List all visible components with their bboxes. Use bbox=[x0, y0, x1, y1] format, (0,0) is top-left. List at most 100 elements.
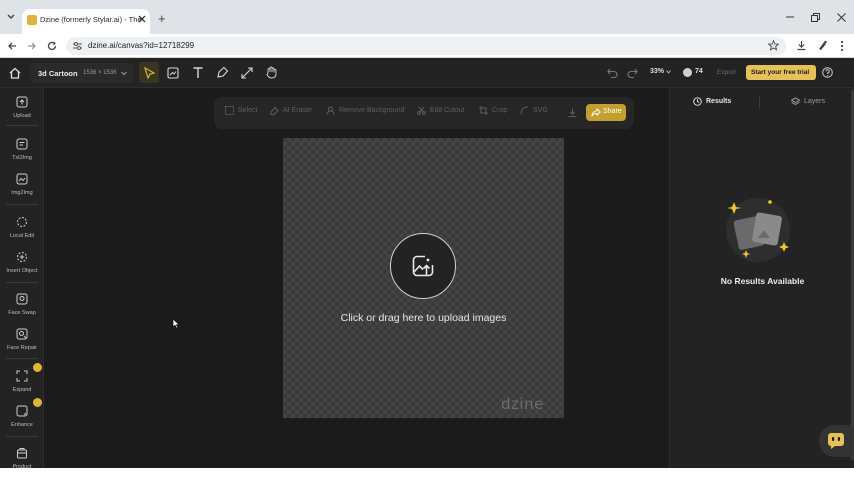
sidebar-item-insert-object[interactable]: Insert Object bbox=[0, 249, 44, 283]
extension-icon[interactable] bbox=[817, 40, 828, 51]
canvas-area[interactable]: Select AI Eraser Remove Background Edit … bbox=[44, 88, 669, 468]
bookmark-star-icon[interactable] bbox=[768, 40, 779, 51]
tab-search-chevron-icon[interactable] bbox=[6, 13, 16, 21]
credits-count: 74 bbox=[695, 68, 703, 75]
restore-icon[interactable] bbox=[811, 13, 820, 22]
back-icon[interactable] bbox=[7, 41, 17, 51]
chat-support-button[interactable] bbox=[819, 425, 853, 457]
sidebar-divider bbox=[6, 204, 38, 205]
pen-tool-icon[interactable] bbox=[216, 66, 229, 79]
img2img-icon bbox=[16, 173, 28, 185]
project-name: 3d Cartoon bbox=[38, 69, 78, 78]
tab-divider bbox=[759, 96, 760, 108]
scissors-icon bbox=[417, 106, 426, 115]
sidebar-divider bbox=[6, 282, 38, 283]
history-icon bbox=[693, 97, 702, 106]
pro-badge-icon bbox=[33, 363, 42, 372]
upload-image-icon bbox=[412, 255, 434, 277]
tab-layers-label: Layers bbox=[804, 98, 826, 105]
close-tab-icon[interactable] bbox=[138, 15, 146, 23]
vector-icon bbox=[520, 106, 529, 115]
toolbar-download-icon[interactable] bbox=[568, 108, 577, 117]
face-repair-icon bbox=[16, 328, 28, 340]
sidebar-item-label: Upload bbox=[13, 113, 31, 119]
upload-dropzone[interactable]: Click or drag here to upload images dzin… bbox=[283, 138, 564, 418]
sidebar-item-face-swap[interactable]: Face Swap bbox=[0, 291, 44, 325]
chat-icon bbox=[828, 433, 844, 449]
sidebar-divider bbox=[6, 436, 38, 437]
image-tool-icon[interactable] bbox=[167, 67, 179, 79]
cursor-icon bbox=[144, 67, 155, 79]
browser-menu-icon[interactable] bbox=[840, 40, 844, 52]
mouse-cursor-icon bbox=[172, 318, 180, 329]
upload-instruction: Click or drag here to upload images bbox=[340, 312, 507, 324]
face-swap-icon bbox=[16, 293, 28, 305]
sidebar-item-label: Img2Img bbox=[11, 190, 33, 196]
txt2img-icon bbox=[16, 138, 28, 150]
no-results-text: No Results Available bbox=[720, 276, 805, 286]
sidebar-item-img2img[interactable]: Img2Img bbox=[0, 171, 44, 205]
credits-coin-icon bbox=[683, 68, 692, 77]
minimize-icon[interactable] bbox=[786, 14, 795, 20]
zoom-chevron-icon[interactable] bbox=[666, 70, 671, 74]
download-icon[interactable] bbox=[796, 40, 807, 51]
sidebar-item-upload[interactable]: Upload bbox=[0, 94, 44, 128]
browser-tab[interactable]: Dzine (formerly Stylar.ai) - The bbox=[22, 9, 150, 34]
home-icon[interactable] bbox=[9, 67, 21, 79]
url-field[interactable]: dzine.ai/canvas?id=12718299 bbox=[66, 37, 786, 55]
project-selector[interactable]: 3d Cartoon 1536 × 1536 bbox=[30, 63, 134, 83]
sidebar-divider bbox=[6, 125, 38, 126]
reload-icon[interactable] bbox=[47, 41, 57, 51]
url-text: dzine.ai/canvas?id=12718299 bbox=[88, 41, 195, 50]
sidebar-item-label: Txt2Img bbox=[12, 155, 32, 161]
sidebar-item-face-repair[interactable]: Face Repair bbox=[0, 326, 44, 360]
tab-title: Dzine (formerly Stylar.ai) - The bbox=[40, 15, 142, 24]
dzine-favicon-icon bbox=[27, 15, 37, 25]
address-bar: dzine.ai/canvas?id=12718299 bbox=[0, 34, 854, 58]
eraser-icon bbox=[270, 106, 279, 115]
hand-tool-icon[interactable] bbox=[265, 66, 278, 79]
browser-tab-bar: Dzine (formerly Stylar.ai) - The + bbox=[0, 0, 854, 34]
site-settings-icon[interactable] bbox=[73, 42, 82, 50]
text-tool-icon[interactable] bbox=[192, 66, 204, 79]
expand-icon bbox=[16, 370, 28, 382]
export-button[interactable]: Export bbox=[717, 69, 736, 76]
select-tool-button[interactable] bbox=[139, 62, 159, 83]
forward-icon[interactable] bbox=[27, 41, 37, 51]
select-icon bbox=[225, 106, 234, 115]
sidebar-item-label: Expand bbox=[12, 387, 32, 393]
start-free-trial-button[interactable]: Start your free trial bbox=[746, 65, 816, 80]
chevron-down-icon bbox=[121, 71, 127, 76]
close-window-icon[interactable] bbox=[837, 13, 846, 22]
pro-badge-icon bbox=[33, 398, 42, 407]
enhance-icon bbox=[16, 405, 28, 417]
sidebar-item-expand[interactable]: Expand bbox=[0, 363, 44, 402]
upload-image-button[interactable] bbox=[390, 233, 456, 299]
dzine-watermark: dzine bbox=[501, 395, 544, 413]
resize-tool-icon[interactable] bbox=[241, 67, 253, 79]
sidebar-item-label: Insert Object bbox=[6, 268, 38, 274]
image-toolbar: Select AI Eraser Remove Background Edit … bbox=[214, 97, 634, 129]
dzine-app: 3d Cartoon 1536 × 1536 33% 74 Export Sta… bbox=[0, 58, 854, 470]
redo-icon[interactable] bbox=[627, 68, 638, 78]
tool-sidebar: Upload Txt2Img Img2Img Local Edit Insert… bbox=[0, 88, 44, 470]
product-icon bbox=[17, 448, 27, 459]
sidebar-item-local-edit[interactable]: Local Edit bbox=[0, 214, 44, 248]
remove-background-icon bbox=[326, 106, 335, 115]
crop-icon bbox=[479, 106, 488, 115]
share-button[interactable]: Share bbox=[586, 104, 626, 121]
right-panel: Results Layers No Results Available bbox=[669, 88, 854, 468]
sidebar-item-txt2img[interactable]: Txt2Img bbox=[0, 136, 44, 170]
zoom-level[interactable]: 33% bbox=[650, 68, 664, 75]
local-edit-icon bbox=[17, 217, 27, 227]
help-icon[interactable] bbox=[822, 67, 833, 78]
sidebar-item-enhance[interactable]: Enhance bbox=[0, 398, 44, 437]
sidebar-item-product[interactable]: Product bbox=[0, 445, 44, 479]
sidebar-divider bbox=[6, 358, 38, 359]
share-icon bbox=[591, 108, 601, 117]
upload-icon bbox=[16, 96, 28, 108]
sidebar-item-label: Enhance bbox=[11, 422, 33, 428]
undo-icon[interactable] bbox=[607, 68, 618, 78]
sidebar-item-label: Face Repair bbox=[7, 345, 37, 351]
new-tab-button[interactable]: + bbox=[158, 11, 166, 26]
